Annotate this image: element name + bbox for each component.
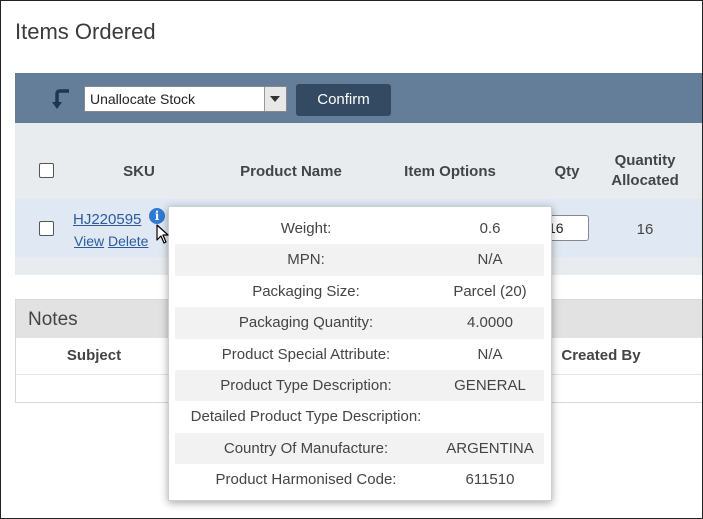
sku-link[interactable]: HJ220595 <box>73 211 141 228</box>
tooltip-value: 0.6 <box>479 220 501 237</box>
tooltip-label: Product Special Attribute: <box>221 345 391 363</box>
app-frame: Items Ordered Unallocate Stock Confirm S… <box>0 0 703 519</box>
column-header-product-name: Product Name <box>240 163 342 180</box>
quantity-allocated-value: 16 <box>636 221 654 238</box>
info-icon[interactable]: i <box>149 208 165 224</box>
tooltip-row: Packaging Size: Parcel (20) <box>175 276 544 307</box>
tooltip-value: N/A <box>477 345 503 363</box>
column-header-quantity-allocated-line1: Quantity <box>614 152 676 169</box>
tooltip-row: Product Special Attribute: N/A <box>175 339 544 370</box>
column-header-quantity-allocated: Quantity Allocated <box>595 152 695 189</box>
column-header-subject: Subject <box>66 347 122 364</box>
stock-action-select[interactable]: Unallocate Stock <box>84 86 287 112</box>
tooltip-label: Country Of Manufacture: <box>223 439 389 457</box>
items-toolbar: Unallocate Stock Confirm <box>15 73 702 123</box>
tooltip-value: 4.0000 <box>467 314 513 332</box>
tooltip-label: Product Type Description: <box>220 376 392 394</box>
tooltip-value: GENERAL <box>454 376 526 394</box>
column-header-sku: SKU <box>123 163 155 180</box>
column-header-qty: Qty <box>554 163 580 180</box>
tooltip-row: Product Harmonised Code: 611510 <box>175 464 544 495</box>
column-header-item-options: Item Options <box>404 163 496 180</box>
column-header-created-by: Created By <box>561 347 641 364</box>
stock-action-select-value: Unallocate Stock <box>90 91 196 107</box>
delete-link[interactable]: Delete <box>108 233 148 249</box>
tooltip-label: Packaging Quantity: <box>238 314 374 332</box>
tooltip-value: ARGENTINA <box>446 439 534 457</box>
tooltip-row: Detailed Product Type Description: <box>175 401 544 432</box>
tooltip-row: Packaging Quantity: 4.0000 <box>175 307 544 339</box>
tooltip-value: Parcel (20) <box>453 282 527 300</box>
tooltip-row: Country Of Manufacture: ARGENTINA <box>175 432 544 465</box>
confirm-button[interactable]: Confirm <box>296 84 391 116</box>
product-info-tooltip: Weight: 0.6 MPN: N/A Packaging Size: Par… <box>168 206 552 501</box>
select-all-checkbox[interactable] <box>39 163 54 178</box>
tooltip-value: N/A <box>477 251 503 269</box>
tooltip-label: Weight: <box>280 220 332 237</box>
column-header-quantity-allocated-line2: Allocated <box>611 172 679 189</box>
chevron-down-icon[interactable] <box>264 87 286 111</box>
tooltip-label: MPN: <box>287 251 325 269</box>
tooltip-row: MPN: N/A <box>175 244 544 276</box>
tooltip-row: Weight: 0.6 <box>175 213 544 244</box>
row-checkbox[interactable] <box>39 221 54 236</box>
view-link[interactable]: View <box>74 233 104 249</box>
tooltip-label: Packaging Size: <box>252 282 360 300</box>
page-title: Items Ordered <box>15 19 156 44</box>
tooltip-label: Product Harmonised Code: <box>215 471 397 489</box>
tooltip-row: Product Type Description: GENERAL <box>175 369 544 402</box>
tooltip-label: Detailed Product Type Description: <box>190 408 422 426</box>
return-arrow-icon[interactable] <box>51 89 71 111</box>
notes-title: Notes <box>28 309 78 330</box>
mouse-pointer-icon <box>156 224 170 249</box>
tooltip-value: 611510 <box>465 471 515 489</box>
